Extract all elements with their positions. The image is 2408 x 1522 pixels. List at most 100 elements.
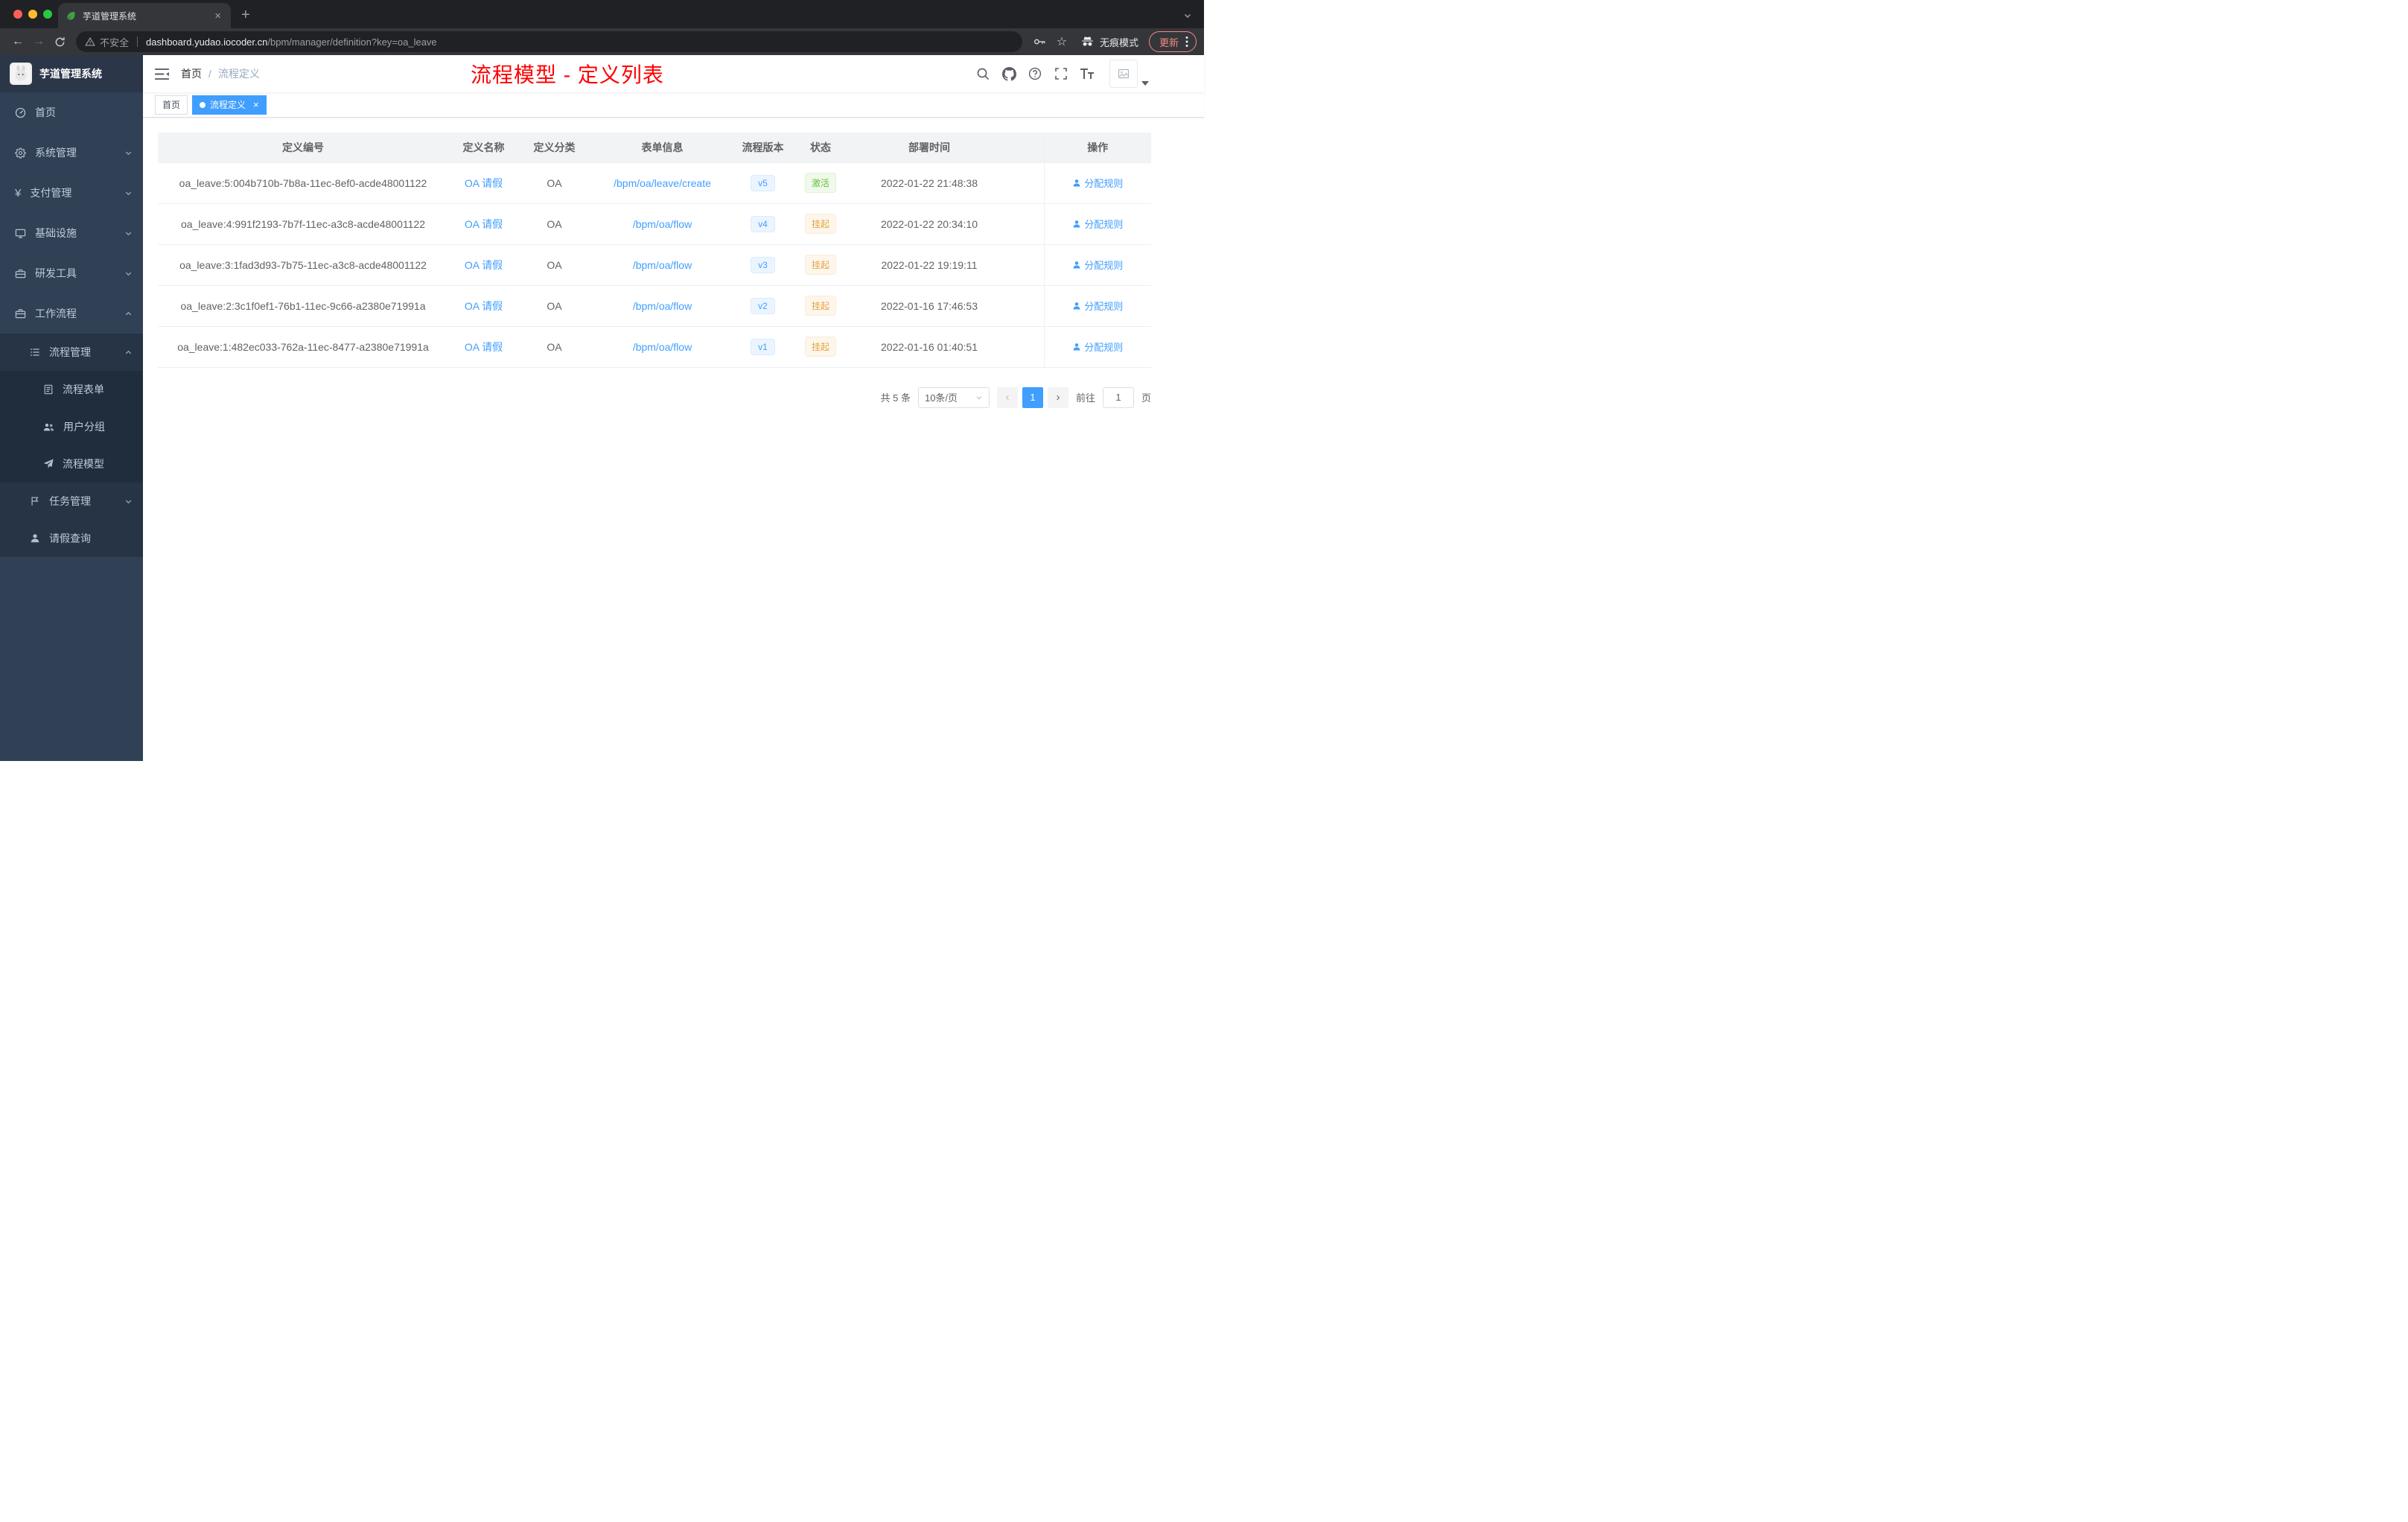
sidebar-item-label: 流程管理 <box>49 346 91 358</box>
sidebar-item-label: 工作流程 <box>35 308 77 319</box>
github-icon[interactable] <box>1001 66 1017 82</box>
assign-rule-link[interactable]: 分配规则 <box>1072 258 1123 272</box>
prev-page-button[interactable]: ‹ <box>996 386 1018 408</box>
form-link[interactable]: /bpm/oa/flow <box>633 218 692 230</box>
tab-search-chevron-icon[interactable] <box>1183 11 1192 20</box>
content-area: 首页 / 流程定义 流程模型 - 定义列表 首页 流程定义 × 定义编号 定义名… <box>143 55 1204 761</box>
table-header-row: 定义编号 定义名称 定义分类 表单信息 流程版本 状态 部署时间 操作 <box>158 133 1151 163</box>
tab-close-icon[interactable]: × <box>212 10 223 22</box>
status-badge: 挂起 <box>804 337 836 357</box>
definition-name-link[interactable]: OA 请假 <box>465 259 503 271</box>
chevron-down-icon <box>975 394 983 401</box>
bookmark-star-icon[interactable]: ☆ <box>1051 31 1073 52</box>
cell-definition-id: oa_leave:4:991f2193-7b7f-11ec-a3c8-acde4… <box>158 203 448 245</box>
definition-name-link[interactable]: OA 请假 <box>465 341 503 353</box>
form-link[interactable]: /bpm/oa/flow <box>633 300 692 312</box>
table-row: oa_leave:1:482ec033-762a-11ec-8477-a2380… <box>158 326 1151 368</box>
sidebar-item-devtools[interactable]: 研发工具 <box>0 253 143 293</box>
table-row: oa_leave:4:991f2193-7b7f-11ec-a3c8-acde4… <box>158 203 1151 245</box>
assign-rule-link[interactable]: 分配规则 <box>1072 299 1123 313</box>
chevron-down-icon <box>124 270 133 278</box>
sidebar-item-infrastructure[interactable]: 基础设施 <box>0 213 143 253</box>
page-number-button[interactable]: 1 <box>1022 386 1043 408</box>
version-badge: v4 <box>751 215 775 232</box>
assign-rule-link[interactable]: 分配规则 <box>1072 217 1123 231</box>
goto-page-input[interactable] <box>1102 386 1134 408</box>
help-icon[interactable] <box>1027 66 1043 82</box>
browser-menu-dots-icon[interactable] <box>1185 36 1188 48</box>
cell-category: OA <box>519 244 590 286</box>
reload-button[interactable] <box>49 31 70 52</box>
assign-rule-label: 分配规则 <box>1084 219 1124 230</box>
yen-icon: ¥ <box>15 186 22 200</box>
cell-deploy-time: 2022-01-16 17:46:53 <box>850 285 1008 327</box>
definition-name-link[interactable]: OA 请假 <box>465 300 503 312</box>
sidebar-logo-row: 芋道管理系统 <box>0 55 143 92</box>
chevron-down-icon <box>124 189 133 197</box>
person-icon <box>1073 343 1080 350</box>
window-zoom-button[interactable] <box>43 10 52 19</box>
person-icon <box>1073 261 1080 268</box>
assign-rule-link[interactable]: 分配规则 <box>1072 340 1123 354</box>
sidebar-item-leave-query[interactable]: 请假查询 <box>0 520 143 557</box>
back-button[interactable]: ← <box>7 31 28 52</box>
breadcrumb-separator: / <box>208 68 211 80</box>
col-actions: 操作 <box>1043 133 1151 163</box>
tab-favicon-leaf-icon <box>66 10 77 22</box>
next-page-button[interactable]: › <box>1047 386 1068 408</box>
assign-rule-link[interactable]: 分配规则 <box>1072 176 1123 190</box>
window-controls <box>13 10 52 19</box>
forward-button[interactable]: → <box>28 31 49 52</box>
sidebar-collapse-hamburger-icon[interactable] <box>143 55 181 92</box>
chevron-down-icon <box>124 229 133 238</box>
monitor-icon <box>15 228 26 239</box>
cell-filler <box>1008 244 1044 286</box>
chrome-update-button[interactable]: 更新 <box>1148 31 1197 52</box>
sidebar-item-label: 首页 <box>35 106 56 118</box>
window-close-button[interactable] <box>13 10 22 19</box>
new-tab-button[interactable]: + <box>241 7 250 22</box>
briefcase-icon <box>15 308 26 319</box>
browser-tab[interactable]: 芋道管理系统 × <box>58 3 231 28</box>
definition-name-link[interactable]: OA 请假 <box>465 177 503 189</box>
chevron-down-icon <box>124 149 133 157</box>
page-size-select[interactable]: 10条/页 <box>917 386 990 408</box>
tag-home[interactable]: 首页 <box>155 95 188 115</box>
col-form-info: 表单信息 <box>590 133 735 163</box>
user-avatar-dropdown[interactable] <box>1109 60 1149 88</box>
sidebar-item-process-model[interactable]: 流程模型 <box>0 445 143 483</box>
sidebar-item-task-management[interactable]: 任务管理 <box>0 483 143 520</box>
fullscreen-icon[interactable] <box>1053 66 1069 82</box>
address-bar[interactable]: 不安全 dashboard.yudao.iocoder.cn/bpm/manag… <box>76 31 1022 52</box>
cell-deploy-time: 2022-01-22 21:48:38 <box>850 162 1008 204</box>
form-link[interactable]: /bpm/oa/flow <box>633 341 692 353</box>
breadcrumb-home[interactable]: 首页 <box>181 66 202 81</box>
sidebar-item-workflow[interactable]: 工作流程 <box>0 293 143 334</box>
sidebar-item-system[interactable]: 系统管理 <box>0 133 143 173</box>
app-shell: 芋道管理系统 首页 系统管理 ¥ 支付管理 基础设施 研发工具 工作流程 流程管… <box>0 55 1204 761</box>
sidebar-item-label: 研发工具 <box>35 267 77 279</box>
cell-deploy-time: 2022-01-22 20:34:10 <box>850 203 1008 245</box>
form-link[interactable]: /bpm/oa/flow <box>633 259 692 271</box>
user-avatar[interactable] <box>1109 60 1138 88</box>
definition-name-link[interactable]: OA 请假 <box>465 218 503 230</box>
version-badge: v2 <box>751 297 775 314</box>
col-definition-id: 定义编号 <box>158 133 448 163</box>
version-badge: v1 <box>751 338 775 355</box>
tag-process-definition[interactable]: 流程定义 × <box>192 95 267 115</box>
search-icon[interactable] <box>975 66 991 82</box>
sidebar-item-payment[interactable]: ¥ 支付管理 <box>0 173 143 213</box>
sidebar-item-process-management[interactable]: 流程管理 <box>0 334 143 371</box>
window-minimize-button[interactable] <box>28 10 37 19</box>
form-link[interactable]: /bpm/oa/leave/create <box>614 177 711 189</box>
sidebar-item-label: 系统管理 <box>35 147 77 159</box>
tag-close-icon[interactable]: × <box>253 100 259 109</box>
cell-filler <box>1008 285 1044 327</box>
password-key-icon[interactable] <box>1028 31 1051 52</box>
sidebar-item-user-group[interactable]: 用户分组 <box>0 408 143 445</box>
dashboard-icon <box>15 107 26 118</box>
sidebar-item-process-form[interactable]: 流程表单 <box>0 371 143 408</box>
font-size-icon[interactable] <box>1079 66 1095 82</box>
sidebar-item-home[interactable]: 首页 <box>0 92 143 133</box>
assign-rule-label: 分配规则 <box>1084 342 1124 353</box>
